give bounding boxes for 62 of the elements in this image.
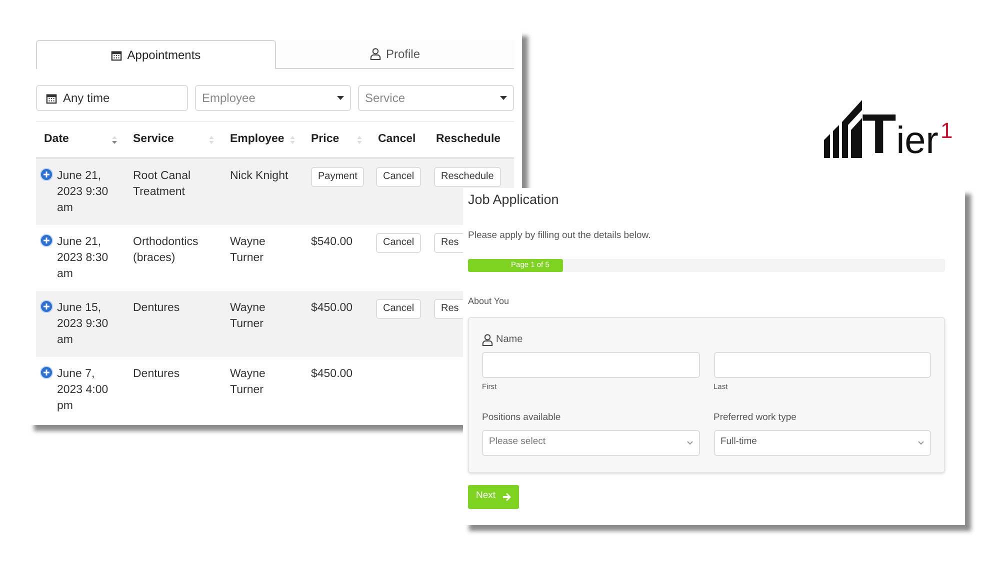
table-cell-text: June 21, 2023 9:30 am [57, 169, 110, 216]
column-header[interactable]: Price [303, 130, 370, 148]
column-header[interactable]: Service [125, 130, 222, 148]
form-title: Job Application [468, 191, 560, 209]
cancel-button[interactable]: Cancel [376, 233, 422, 253]
column-header[interactable]: Date [36, 130, 125, 148]
reschedule-button[interactable]: Res [434, 299, 466, 319]
chevron-down-icon [686, 440, 692, 444]
table-cell-text: June 7, 2023 4:00 pm [57, 367, 110, 414]
column-header[interactable]: Reschedule [428, 130, 505, 148]
reschedule-button[interactable]: Reschedule [434, 167, 501, 187]
form-subtitle: Please apply by filling out the details below. [468, 229, 652, 244]
table-cell-text: Dentures [132, 367, 181, 382]
chevron-down-icon [918, 440, 924, 444]
column-header[interactable]: Cancel [370, 130, 428, 148]
employee-select[interactable]: Employee [195, 85, 351, 111]
tab[interactable]: Appointments [36, 40, 276, 69]
table-cell-text: Wayne Turner [229, 367, 266, 398]
user-icon [482, 334, 493, 346]
table-cell: $540.00 [311, 236, 353, 248]
sort-icon [357, 134, 362, 144]
calendar-icon [46, 92, 57, 104]
table-cell-text: June 15, 2023 9:30 am [57, 301, 110, 348]
sort-icon [290, 134, 295, 144]
bars-logo-icon [824, 100, 862, 158]
section-label: About You [468, 294, 510, 308]
field-label: Preferred work type [714, 411, 798, 426]
expand-icon [40, 168, 53, 181]
logo-text: Tier [862, 106, 938, 162]
sort-icon [209, 134, 214, 144]
sort-icon [112, 134, 117, 144]
arrow-right-icon [502, 492, 511, 500]
cancel-button[interactable]: Cancel [376, 299, 422, 319]
table-cell: $450.00 [311, 368, 353, 380]
table-cell-text: Nick Knight [229, 169, 290, 184]
table-cell-text: Wayne Turner [229, 235, 266, 266]
calendar-icon [111, 50, 122, 60]
caret-icon [500, 96, 507, 100]
cancel-button[interactable]: Cancel [376, 167, 422, 187]
table-cell-text: Orthodontics (braces) [132, 235, 200, 266]
last-name-field[interactable] [714, 352, 931, 378]
expand-icon [40, 300, 53, 313]
user-icon [370, 48, 381, 60]
caret-icon [337, 96, 344, 100]
work-type-select[interactable]: Full-time [714, 430, 931, 456]
table-cell-text: Wayne Turner [229, 301, 266, 332]
positions-select[interactable]: Please select [482, 430, 700, 456]
field-label: Name [496, 333, 523, 347]
date-filter[interactable]: Any time [36, 85, 188, 111]
field-label: Positions available [482, 411, 562, 426]
table-cell-text: Root Canal Treatment [132, 169, 192, 200]
table-cell: $450.00 [311, 302, 353, 314]
logo-superscript: 1 [940, 117, 953, 145]
service-select[interactable]: Service [358, 85, 514, 111]
table-cell-text: Dentures [132, 301, 181, 316]
payment-button[interactable]: Payment [311, 167, 364, 187]
reschedule-button[interactable]: Res [434, 233, 466, 253]
table-cell-text: June 21, 2023 8:30 am [57, 235, 110, 282]
expand-icon [40, 234, 53, 247]
expand-icon [40, 366, 53, 379]
column-header[interactable]: Employee [222, 130, 303, 148]
first-name-field[interactable] [482, 352, 700, 378]
